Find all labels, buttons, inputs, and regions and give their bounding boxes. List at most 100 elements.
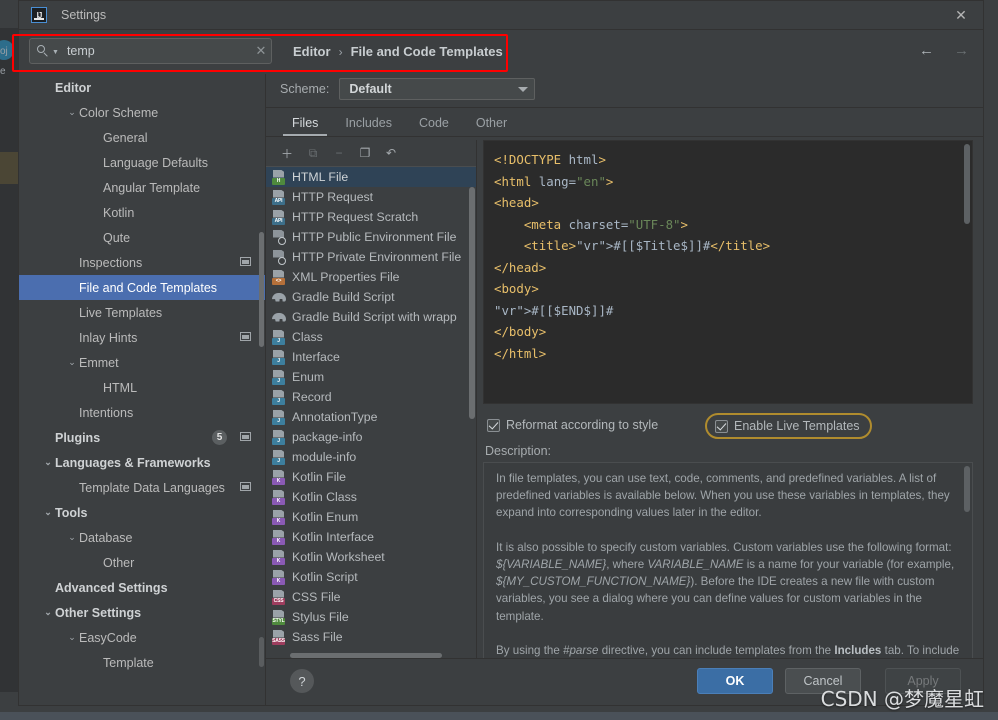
template-category-tabs[interactable]: Files Includes Code Other bbox=[266, 108, 983, 137]
sidebar-item-general[interactable]: General bbox=[19, 125, 265, 150]
settings-tree[interactable]: Editor ⌄ Color Scheme General Language Defau… bbox=[19, 74, 266, 705]
template-list-vscrollbar[interactable] bbox=[469, 187, 475, 419]
java-annotation-icon: J bbox=[272, 409, 286, 425]
sidebar-item-other-settings[interactable]: ⌄ Other Settings bbox=[19, 600, 265, 625]
sidebar-item-label: General bbox=[103, 130, 148, 145]
reformat-checkbox-label[interactable]: Reformat according to style bbox=[506, 418, 658, 432]
reset-template-button[interactable]: ↶ bbox=[378, 142, 404, 164]
template-list-item[interactable]: Jpackage-info bbox=[266, 427, 476, 447]
template-list-item[interactable]: <> XML Properties File bbox=[266, 267, 476, 287]
enable-live-templates-checkbox[interactable] bbox=[715, 419, 728, 433]
java-module-info-icon: J bbox=[272, 449, 286, 465]
sidebar-item-color-scheme[interactable]: ⌄ Color Scheme bbox=[19, 100, 265, 125]
sidebar-item-kotlin[interactable]: Kotlin bbox=[19, 200, 265, 225]
template-list-item[interactable]: H HTML File bbox=[266, 167, 476, 187]
sidebar-item-html[interactable]: HTML bbox=[19, 375, 265, 400]
template-list-item[interactable]: K Kotlin Worksheet bbox=[266, 547, 476, 567]
template-list-item-label: Kotlin Worksheet bbox=[292, 550, 385, 564]
cancel-button[interactable]: Cancel bbox=[785, 668, 861, 694]
sidebar-item-other[interactable]: Other bbox=[19, 550, 265, 575]
search-options-caret-icon[interactable]: ▼ bbox=[52, 49, 59, 56]
forward-arrow-icon[interactable]: → bbox=[954, 42, 969, 59]
tab-code[interactable]: Code bbox=[407, 112, 461, 136]
template-list-item[interactable]: J Class bbox=[266, 327, 476, 347]
chevron-down-icon[interactable]: ⌄ bbox=[65, 357, 79, 368]
chevron-down-icon[interactable]: ⌄ bbox=[65, 532, 79, 543]
apply-button[interactable]: Apply bbox=[885, 668, 961, 694]
chevron-down-icon[interactable]: ⌄ bbox=[41, 457, 55, 468]
template-list-item[interactable]: STYL Stylus File bbox=[266, 607, 476, 627]
sidebar-item-easycode[interactable]: ⌄ EasyCode bbox=[19, 625, 265, 650]
sidebar-scrollbar-thumb-secondary[interactable] bbox=[259, 637, 264, 667]
template-list-item[interactable]: J AnnotationType bbox=[266, 407, 476, 427]
clear-search-icon[interactable]: ✕ bbox=[251, 43, 271, 59]
sidebar-item-angular-template[interactable]: Angular Template bbox=[19, 175, 265, 200]
tab-other[interactable]: Other bbox=[464, 112, 519, 136]
template-list-item[interactable]: SASS Sass File bbox=[266, 627, 476, 647]
chevron-down-icon[interactable]: ⌄ bbox=[65, 632, 79, 643]
sidebar-item-editor[interactable]: Editor bbox=[19, 75, 265, 100]
help-icon[interactable]: ? bbox=[290, 669, 314, 693]
close-icon[interactable]: ✕ bbox=[939, 1, 983, 29]
chevron-down-icon[interactable]: ⌄ bbox=[41, 607, 55, 618]
reformat-checkbox[interactable] bbox=[487, 418, 500, 432]
tab-files[interactable]: Files bbox=[280, 112, 330, 136]
chevron-down-icon[interactable]: ⌄ bbox=[41, 507, 55, 518]
template-list-item[interactable]: J Record bbox=[266, 387, 476, 407]
template-list-item[interactable]: Gradle Build Script with wrapp bbox=[266, 307, 476, 327]
description-text: In file templates, you can use text, cod… bbox=[496, 472, 960, 658]
scheme-dropdown[interactable]: Default bbox=[339, 78, 536, 100]
ok-button[interactable]: OK bbox=[697, 668, 773, 694]
search-box[interactable]: ▼ ✕ bbox=[29, 38, 272, 64]
template-list-item[interactable]: J Enum bbox=[266, 367, 476, 387]
sidebar-item-plugins[interactable]: Plugins 5 bbox=[19, 425, 265, 450]
duplicate-template-button[interactable]: ❐ bbox=[352, 142, 378, 164]
search-input[interactable] bbox=[64, 43, 251, 59]
template-list-item[interactable]: K Kotlin Enum bbox=[266, 507, 476, 527]
template-code-editor[interactable]: <!DOCTYPE html> <html lang="en"> <head> … bbox=[483, 140, 973, 404]
enable-live-templates-label[interactable]: Enable Live Templates bbox=[734, 419, 860, 433]
sidebar-item-language-defaults[interactable]: Language Defaults bbox=[19, 150, 265, 175]
breadcrumb-parent[interactable]: Editor bbox=[293, 44, 331, 59]
template-code-text[interactable]: <!DOCTYPE html> <html lang="en"> <head> … bbox=[484, 141, 972, 372]
sidebar-item-label: Inspections bbox=[79, 255, 143, 270]
sidebar-item-live-templates[interactable]: Live Templates bbox=[19, 300, 265, 325]
sidebar-item-inlay-hints[interactable]: Inlay Hints bbox=[19, 325, 265, 350]
template-list[interactable]: H HTML File API HTTP Request API HTTP Request… bbox=[266, 166, 476, 659]
ide-background-right bbox=[984, 0, 998, 720]
sidebar-item-inspections[interactable]: Inspections bbox=[19, 250, 265, 275]
template-list-item[interactable]: HTTP Public Environment File bbox=[266, 227, 476, 247]
template-list-toolbar[interactable]: ＋ ⧉ − ❐ ↶ bbox=[266, 140, 476, 166]
tab-includes[interactable]: Includes bbox=[333, 112, 404, 136]
chevron-down-icon[interactable]: ⌄ bbox=[65, 107, 79, 118]
add-template-button[interactable]: ＋ bbox=[274, 142, 300, 164]
sidebar-item-template[interactable]: Template bbox=[19, 650, 265, 675]
template-list-item[interactable]: K Kotlin Class bbox=[266, 487, 476, 507]
sidebar-item-qute[interactable]: Qute bbox=[19, 225, 265, 250]
template-list-item[interactable]: K Kotlin Interface bbox=[266, 527, 476, 547]
sidebar-item-database[interactable]: ⌄ Database bbox=[19, 525, 265, 550]
template-list-item[interactable]: API HTTP Request bbox=[266, 187, 476, 207]
template-list-item[interactable]: Gradle Build Script bbox=[266, 287, 476, 307]
description-box[interactable]: In file templates, you can use text, cod… bbox=[483, 462, 973, 659]
template-list-item[interactable]: J Interface bbox=[266, 347, 476, 367]
template-list-item[interactable]: K Kotlin Script bbox=[266, 567, 476, 587]
sidebar-item-advanced-settings[interactable]: Advanced Settings bbox=[19, 575, 265, 600]
template-list-item[interactable]: CSS CSS File bbox=[266, 587, 476, 607]
template-list-item[interactable]: K Kotlin File bbox=[266, 467, 476, 487]
sidebar-item-languages-frameworks[interactable]: ⌄ Languages & Frameworks bbox=[19, 450, 265, 475]
code-editor-scrollbar[interactable] bbox=[964, 144, 970, 224]
back-arrow-icon[interactable]: ← bbox=[919, 42, 934, 59]
sidebar-item-emmet[interactable]: ⌄ Emmet bbox=[19, 350, 265, 375]
copy-template-button[interactable]: ⧉ bbox=[300, 142, 326, 164]
template-list-item[interactable]: API HTTP Request Scratch bbox=[266, 207, 476, 227]
sidebar-item-file-and-code-templates[interactable]: File and Code Templates bbox=[19, 275, 265, 300]
description-scrollbar[interactable] bbox=[964, 466, 970, 512]
sidebar-scrollbar-thumb[interactable] bbox=[259, 232, 264, 347]
sidebar-item-tools[interactable]: ⌄ Tools bbox=[19, 500, 265, 525]
sidebar-item-template-data-languages[interactable]: Template Data Languages bbox=[19, 475, 265, 500]
template-list-item[interactable]: HTTP Private Environment File bbox=[266, 247, 476, 267]
sidebar-item-intentions[interactable]: Intentions bbox=[19, 400, 265, 425]
template-list-item[interactable]: Jmodule-info bbox=[266, 447, 476, 467]
remove-template-button[interactable]: − bbox=[326, 142, 352, 164]
